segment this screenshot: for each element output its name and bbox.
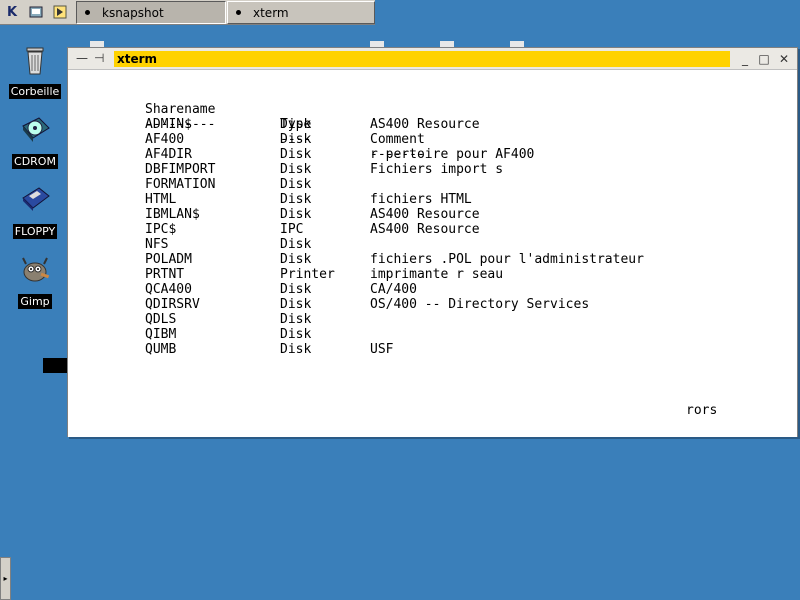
share-comment: AS400 Resource <box>370 117 480 132</box>
terminal-area[interactable]: Sharename Type Comment --------- ---- --… <box>68 70 797 437</box>
window-menu-icon[interactable]: — <box>76 51 88 65</box>
share-name: AF4DIR <box>145 147 192 162</box>
task-ksnapshot[interactable]: ksnapshot <box>76 1 226 24</box>
share-comment: AS400 Resource <box>370 207 480 222</box>
share-name: HTML <box>145 192 177 207</box>
window-titlebar[interactable]: — ⊣ xterm _ □ ✕ <box>68 48 797 70</box>
trash-icon <box>17 42 53 78</box>
terminal-header-row: Sharename Type Comment <box>68 87 425 147</box>
desktop-icon-gimp[interactable]: Gimp <box>5 252 65 309</box>
desktop-black-bar <box>43 358 68 373</box>
task-xterm[interactable]: xterm <box>227 1 375 24</box>
share-name: QCA400 <box>145 282 192 297</box>
share-comment: OS/400 -- Directory Services <box>370 297 590 312</box>
share-comment: imprimante r seau <box>370 267 504 282</box>
share-type: IPC <box>280 222 304 237</box>
task-label: ksnapshot <box>102 5 164 20</box>
task-label: xterm <box>253 5 289 20</box>
share-type: Disk <box>280 297 312 312</box>
share-name: POLADM <box>145 252 192 267</box>
share-type: Disk <box>280 312 312 327</box>
task-dot-icon <box>236 10 241 15</box>
taskbar: K ksnapshot xterm <box>0 0 800 25</box>
share-type: Disk <box>280 207 312 222</box>
share-comment: fichiers .POL pour l'administrateur <box>370 252 644 267</box>
desktop-icon-label: CDROM <box>12 154 58 169</box>
share-type: Disk <box>280 237 312 252</box>
share-comment: r pertoire pour AF400 <box>370 147 535 162</box>
xterm-window: — ⊣ xterm _ □ ✕ Sharename Type Comment -… <box>67 47 798 437</box>
share-name: AF400 <box>145 132 185 147</box>
share-type: Disk <box>280 192 312 207</box>
share-name: PRTNT <box>145 267 185 282</box>
share-comment: Fichiers import s <box>370 162 504 177</box>
floppy-icon <box>17 182 53 218</box>
share-comment: fichiers HTML <box>370 192 472 207</box>
share-name: QDIRSRV <box>145 297 200 312</box>
share-type: Disk <box>280 147 312 162</box>
desktop-icon-label: Gimp <box>18 294 52 309</box>
taskbar-empty-area <box>375 0 800 25</box>
share-name: QDLS <box>145 312 177 327</box>
share-name: QUMB <box>145 342 177 357</box>
share-comment: USF <box>370 342 394 357</box>
share-type: Disk <box>280 282 312 297</box>
share-name: DBFIMPORT <box>145 162 216 177</box>
desktop-icon-corbeille[interactable]: Corbeille <box>5 42 65 99</box>
share-name: QIBM <box>145 327 177 342</box>
panel-unhide-handle[interactable]: ▸ <box>0 557 11 600</box>
share-name: IBMLAN$ <box>145 207 200 222</box>
share-comment: AS400 Resource <box>370 222 480 237</box>
header-comment: Comment <box>370 132 425 147</box>
konqueror-icon[interactable] <box>50 2 70 22</box>
window-title: xterm <box>114 51 730 67</box>
desktop-icon-floppy[interactable]: FLOPPY <box>5 182 65 239</box>
share-name: IPC$ <box>145 222 177 237</box>
cdrom-icon <box>17 112 53 148</box>
k-menu-icon[interactable]: K <box>2 2 22 22</box>
share-name: FORMATION <box>145 177 216 192</box>
share-type: Disk <box>280 132 312 147</box>
header-sharename: Sharename <box>145 102 216 117</box>
desktop-icon[interactable] <box>26 2 46 22</box>
terminal-separator-row: --------- ---- ------- <box>68 102 425 162</box>
share-comment: CA/400 <box>370 282 417 297</box>
desktop-icon-label: FLOPPY <box>12 224 58 239</box>
maximize-button[interactable]: □ <box>756 51 772 67</box>
task-dot-icon <box>85 10 90 15</box>
share-type: Disk <box>280 327 312 342</box>
terminal-text-fragment: rors <box>686 403 718 418</box>
desktop-icon-cdrom[interactable]: CDROM <box>5 112 65 169</box>
sticky-pin-icon[interactable]: ⊣ <box>94 51 104 65</box>
iconify-button[interactable]: _ <box>737 51 753 67</box>
close-button[interactable]: ✕ <box>776 51 792 67</box>
share-name: ADMIN$ <box>145 117 192 132</box>
share-type: Printer <box>280 267 335 282</box>
gimp-icon <box>17 252 53 288</box>
share-name: NFS <box>145 237 169 252</box>
share-type: Disk <box>280 177 312 192</box>
share-type: Disk <box>280 162 312 177</box>
desktop-icon-label: Corbeille <box>8 84 62 99</box>
share-type: Disk <box>280 342 312 357</box>
share-type: Disk <box>280 117 312 132</box>
share-type: Disk <box>280 252 312 267</box>
